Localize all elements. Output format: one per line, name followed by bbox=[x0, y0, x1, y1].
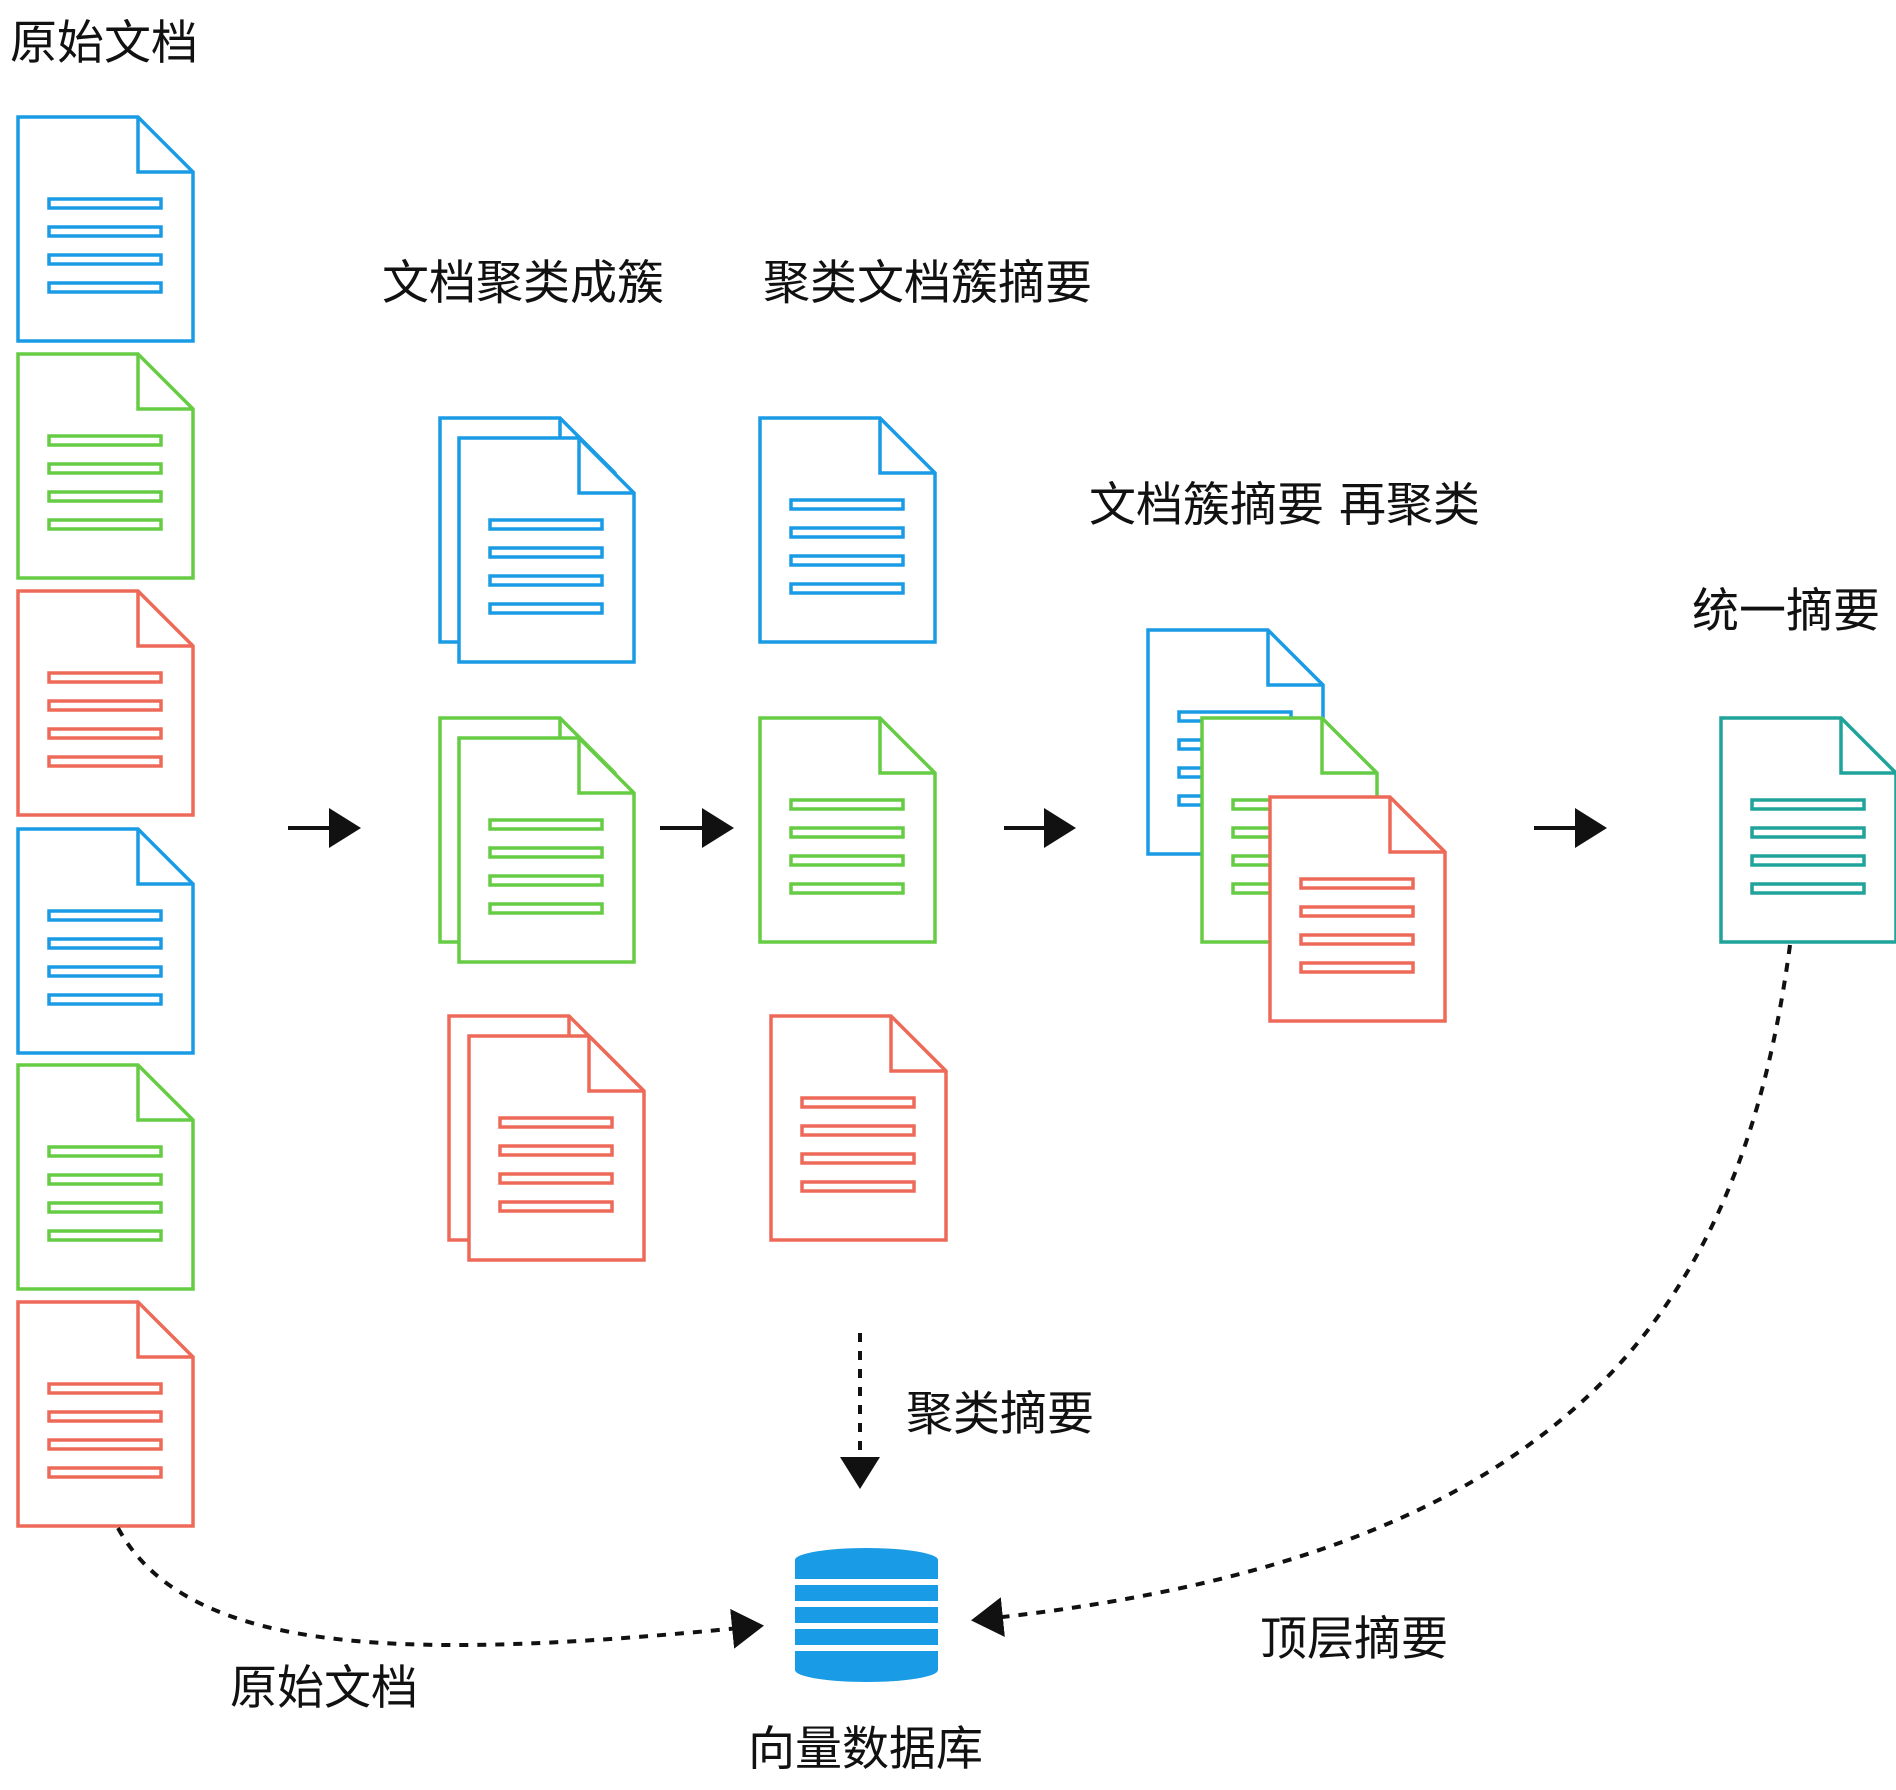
cluster-summary-document-icon bbox=[758, 416, 937, 644]
top-summary-edge-label: 顶层摘要 bbox=[1260, 1612, 1448, 1667]
original-document-icon bbox=[16, 352, 195, 580]
original-document-icon bbox=[16, 827, 195, 1055]
original-document-icon bbox=[16, 589, 195, 817]
recluster-document-icon bbox=[1268, 795, 1447, 1023]
cluster-summaries-edge-label: 聚类摘要 bbox=[906, 1387, 1094, 1442]
top-summary-dashed-arrow bbox=[971, 944, 1792, 1638]
cluster-document-icon bbox=[457, 436, 636, 664]
unified-summary-label: 统一摘要 bbox=[1692, 584, 1880, 639]
cluster-document-icon bbox=[457, 736, 636, 964]
original-document-icon bbox=[16, 115, 195, 343]
cluster-docs-label: 文档聚类成簇 bbox=[382, 256, 664, 311]
cluster-summary-document-icon bbox=[769, 1014, 948, 1242]
original-docs-dashed-arrow bbox=[116, 1527, 764, 1649]
original-docs-edge-label: 原始文档 bbox=[230, 1661, 418, 1716]
original-docs-title: 原始文档 bbox=[10, 16, 198, 71]
unified-summary-document-icon bbox=[1719, 716, 1896, 944]
vector-database-label: 向量数据库 bbox=[748, 1722, 983, 1777]
original-document-icon bbox=[16, 1300, 195, 1528]
database-icon bbox=[795, 1548, 938, 1682]
recluster-label: 文档簇摘要 再聚类 bbox=[1089, 478, 1480, 533]
cluster-summary-label: 聚类文档簇摘要 bbox=[763, 256, 1092, 311]
cluster-document-icon bbox=[467, 1034, 646, 1262]
cluster-summary-document-icon bbox=[758, 716, 937, 944]
original-document-icon bbox=[16, 1063, 195, 1291]
